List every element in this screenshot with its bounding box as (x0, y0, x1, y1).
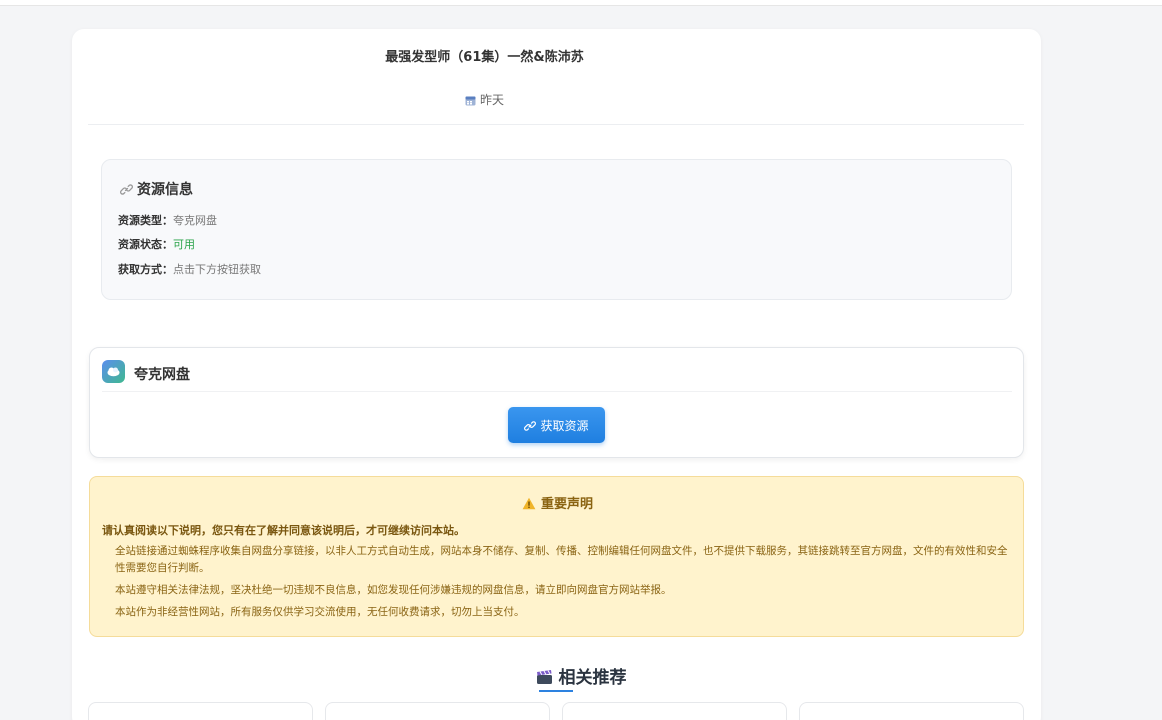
recommend-underline (539, 690, 573, 692)
header-divider (88, 124, 1024, 125)
post-date-text: 昨天 (479, 93, 504, 107)
top-bar (0, 0, 1162, 6)
recommend-card[interactable] (799, 702, 1024, 720)
page-title: 最强发型师（61集）一然&陈沛苏 (385, 50, 584, 65)
calendar-icon (465, 95, 476, 109)
recommend-card[interactable] (562, 702, 787, 720)
quark-drive-logo-icon (102, 360, 125, 383)
disclaimer-paragraph: 本站作为非经营性网站，所有服务仅供学习交流使用，无任何收费请求，切勿上当支付。 (115, 606, 525, 618)
info-row-type: 资源类型：夸克网盘 (118, 214, 217, 227)
post-date: 昨天 (0, 91, 969, 109)
recommend-card[interactable] (88, 702, 313, 720)
get-resource-button[interactable]: 获取资源 (508, 407, 605, 443)
drive-name: 夸克网盘 (134, 367, 190, 383)
recommend-heading: 相关推荐 (0, 663, 1162, 688)
warning-icon (522, 497, 536, 510)
disclaimer-paragraph: 全站链接通过蜘蛛程序收集自网盘分享链接，以非人工方式自动生成，网站本身不储存、复… (115, 545, 1008, 574)
clapperboard-icon (536, 670, 552, 684)
link-icon (524, 420, 537, 431)
drive-panel: 夸克网盘 获取资源 (89, 347, 1024, 458)
link-icon (120, 184, 133, 195)
status-badge: 可用 (173, 238, 195, 251)
resource-info-panel: 资源信息 资源类型：夸克网盘 资源状态：可用 获取方式：点击下方按钮获取 (101, 159, 1012, 300)
disclaimer-paragraph: 本站遵守相关法律法规，坚决杜绝一切违规不良信息，如您发现任何涉嫌违规的网盘信息，… (115, 584, 672, 596)
info-row-method: 获取方式：点击下方按钮获取 (118, 263, 261, 276)
disclaimer-lead: 请认真阅读以下说明，您只有在了解并同意该说明后，才可继续访问本站。 (102, 524, 465, 537)
disclaimer-panel: 重要声明 请认真阅读以下说明，您只有在了解并同意该说明后，才可继续访问本站。 全… (89, 476, 1024, 637)
disclaimer-heading: 重要声明 (90, 493, 1025, 512)
info-row-status: 资源状态：可用 (118, 238, 195, 251)
resource-info-heading: 资源信息 (120, 179, 193, 199)
recommend-card[interactable] (325, 702, 550, 720)
drive-divider (102, 391, 1012, 392)
